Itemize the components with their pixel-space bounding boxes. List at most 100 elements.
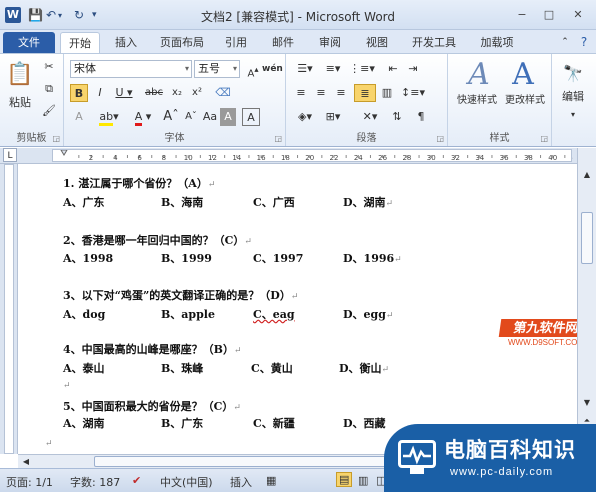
font-size-value: 五号 bbox=[198, 62, 220, 75]
chevron-down-icon[interactable]: ▾ bbox=[233, 61, 237, 77]
font-name-combo[interactable]: 宋体 ▾ bbox=[70, 60, 192, 78]
insert-mode[interactable]: 插入 bbox=[230, 474, 252, 490]
font-launcher-icon[interactable]: ◲ bbox=[274, 134, 282, 143]
change-case-icon[interactable]: Aa bbox=[202, 108, 218, 126]
find-binoculars-icon[interactable]: 🔭 bbox=[560, 62, 586, 86]
question-3-option-d-text: D、egg bbox=[343, 308, 386, 321]
numbering-icon[interactable]: ≡▾ bbox=[320, 60, 346, 78]
tab-view[interactable]: 视图 bbox=[359, 32, 395, 53]
tab-developer[interactable]: 开发工具 bbox=[404, 32, 464, 53]
distributed-icon[interactable]: ▥ bbox=[378, 84, 396, 102]
paragraph-mark: ↵ bbox=[233, 346, 242, 356]
word-count[interactable]: 字数: 187 bbox=[70, 474, 120, 490]
format-painter-icon[interactable]: 🖌 bbox=[40, 102, 58, 120]
minimize-button[interactable]: − bbox=[510, 7, 534, 23]
tab-file[interactable]: 文件 bbox=[3, 32, 55, 53]
scroll-down-icon[interactable]: ▼ bbox=[580, 394, 594, 412]
show-marks-icon[interactable]: ¶ bbox=[412, 108, 430, 126]
strikethrough-button[interactable]: abc bbox=[142, 84, 166, 102]
paragraph-launcher-icon[interactable]: ◲ bbox=[436, 134, 444, 143]
clipboard-launcher-icon[interactable]: ◲ bbox=[52, 134, 60, 143]
edit-button[interactable]: 编辑 bbox=[554, 88, 592, 106]
chevron-down-icon[interactable]: ▾ bbox=[564, 106, 582, 124]
ruler-ticks: 24681012141618202224262830323436384042 bbox=[60, 150, 573, 162]
underline-button[interactable]: U ▾ bbox=[112, 84, 136, 102]
paste-icon[interactable]: 📋 bbox=[6, 60, 34, 94]
multilevel-list-icon[interactable]: ⋮≡▾ bbox=[348, 60, 376, 78]
language-indicator[interactable]: 中文(中国) bbox=[160, 474, 213, 490]
line-spacing-icon[interactable]: ↕≡▾ bbox=[400, 84, 426, 102]
subscript-button[interactable]: x₂ bbox=[168, 84, 186, 102]
decrease-indent-icon[interactable]: ⇤ bbox=[384, 60, 402, 78]
styles-launcher-icon[interactable]: ◲ bbox=[540, 134, 548, 143]
question-2-text: 2、香港是哪一年回归中国的？（C） bbox=[63, 234, 245, 247]
tab-addins[interactable]: 加载项 bbox=[473, 32, 521, 53]
quick-styles-icon[interactable]: A bbox=[462, 58, 496, 92]
paragraph-mark: ↵ bbox=[244, 237, 252, 247]
vertical-ruler[interactable] bbox=[0, 164, 18, 454]
paragraph-group: ☰▾ ≡▾ ⋮≡▾ ⇤ ⇥ ≡ ≡ ≡ ≣ ▥ ↕≡▾ ◈▾ ⊞▾ ✕▾ ⇅ ¶… bbox=[286, 54, 448, 146]
pc-daily-brand-banner: 电脑百科知识 www.pc-daily.com bbox=[384, 424, 596, 492]
justify-icon[interactable]: ≣ bbox=[354, 84, 376, 102]
phonetic-guide-icon[interactable]: wén bbox=[262, 60, 283, 78]
minimize-ribbon-icon[interactable]: ⌃ bbox=[558, 32, 572, 53]
tab-references[interactable]: 引用 bbox=[218, 32, 254, 53]
tab-selector-icon[interactable]: L bbox=[3, 148, 17, 162]
ruler-tick-label: 16 bbox=[257, 154, 266, 162]
indent-marker-icon[interactable] bbox=[60, 150, 68, 156]
align-left-icon[interactable]: ≡ bbox=[292, 84, 310, 102]
grow-font-button[interactable]: Aˆ bbox=[162, 108, 180, 126]
clear-format-icon[interactable]: ⌫ bbox=[214, 84, 232, 102]
borders-icon[interactable]: ⊞▾ bbox=[320, 108, 346, 126]
scroll-up-icon[interactable]: ▲ bbox=[580, 166, 594, 184]
increase-indent-icon[interactable]: ⇥ bbox=[404, 60, 422, 78]
bold-button[interactable]: B bbox=[70, 84, 88, 102]
font-color-icon[interactable]: A ▾ bbox=[130, 108, 156, 126]
character-border-icon[interactable]: A bbox=[242, 108, 260, 126]
tab-page-layout[interactable]: 页面布局 bbox=[152, 32, 212, 53]
tab-insert[interactable]: 插入 bbox=[108, 32, 144, 53]
bullets-icon[interactable]: ☰▾ bbox=[292, 60, 318, 78]
paste-button[interactable]: 粘贴 bbox=[2, 94, 38, 112]
highlight-color-icon[interactable]: ab▾ bbox=[96, 108, 122, 126]
chinese-layout-icon[interactable]: ✕▾ bbox=[356, 108, 384, 126]
ruler-tick-label: 20 bbox=[305, 154, 314, 162]
change-styles-icon[interactable]: A bbox=[506, 58, 540, 92]
copy-icon[interactable]: ⧉ bbox=[40, 80, 58, 98]
font-group: 宋体 ▾ 五号 ▾ A▴ wén B I U ▾ abc x₂ x² ⌫ A ab▾… bbox=[64, 54, 286, 146]
text-effects-icon[interactable]: A bbox=[70, 108, 88, 126]
sort-icon[interactable]: ⇅ bbox=[388, 108, 406, 126]
change-styles-button[interactable]: 更改样式 bbox=[500, 92, 550, 110]
question-3-option-b: B、apple bbox=[161, 308, 215, 321]
print-layout-icon[interactable]: ▤ bbox=[336, 472, 353, 487]
help-icon[interactable]: ? bbox=[576, 32, 592, 53]
shrink-font-button[interactable]: Aˇ bbox=[182, 108, 200, 126]
quick-styles-button[interactable]: 快速样式 bbox=[452, 92, 502, 110]
shading-icon[interactable]: ◈▾ bbox=[292, 108, 318, 126]
tab-review[interactable]: 审阅 bbox=[312, 32, 348, 53]
document-page[interactable]: 1. 湛江属于哪个省份？（A）↵ A、广东 B、海南 C、广西 D、湖南↵ 2、… bbox=[19, 164, 577, 454]
align-right-icon[interactable]: ≡ bbox=[332, 84, 350, 102]
maximize-button[interactable]: □ bbox=[537, 7, 561, 23]
character-shading-icon[interactable]: A bbox=[220, 108, 236, 126]
font-size-combo[interactable]: 五号 ▾ bbox=[194, 60, 240, 78]
superscript-button[interactable]: x² bbox=[188, 84, 206, 102]
close-button[interactable]: ✕ bbox=[566, 7, 590, 23]
grow-font-icon[interactable]: A▴ bbox=[244, 60, 262, 79]
page-count[interactable]: 页面: 1/1 bbox=[6, 474, 53, 490]
align-center-icon[interactable]: ≡ bbox=[312, 84, 330, 102]
chevron-down-icon[interactable]: ▾ bbox=[185, 61, 189, 77]
tab-mailings[interactable]: 邮件 bbox=[265, 32, 301, 53]
scroll-thumb[interactable] bbox=[581, 212, 593, 264]
vertical-scrollbar[interactable]: ▲ ▼ ⏶ ● bbox=[577, 148, 596, 454]
question-2-option-c: C、1997 bbox=[253, 252, 304, 265]
full-screen-reading-icon[interactable]: ▥ bbox=[358, 474, 368, 487]
ruler-tick-label: 28 bbox=[402, 154, 411, 162]
macro-record-icon[interactable]: ▦ bbox=[266, 474, 276, 487]
proofing-icon[interactable]: ✔ bbox=[132, 474, 141, 487]
title-bar: W 💾 ↶ ▾ ↻ ▾ 文档2 [兼容模式] - Microsoft Word … bbox=[0, 0, 596, 30]
cut-icon[interactable]: ✂ bbox=[40, 58, 58, 76]
italic-button[interactable]: I bbox=[92, 84, 108, 102]
tab-home[interactable]: 开始 bbox=[60, 32, 100, 53]
horizontal-ruler[interactable]: 24681012141618202224262830323436384042 bbox=[52, 149, 573, 162]
